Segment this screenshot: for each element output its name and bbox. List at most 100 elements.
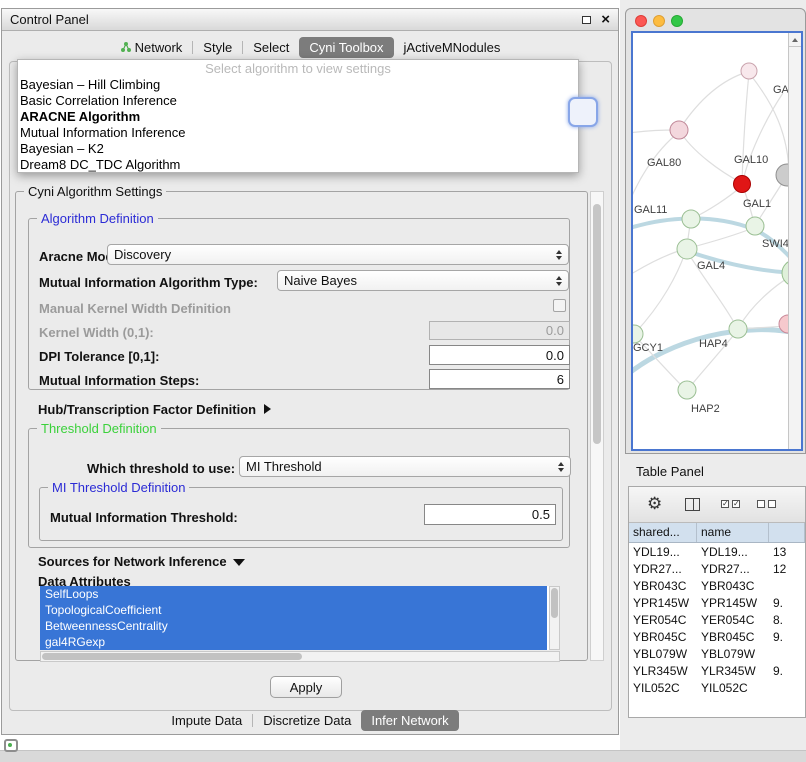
scroll-up-icon[interactable] xyxy=(789,33,801,47)
table-row[interactable]: YBR045CYBR045C9. xyxy=(629,628,805,645)
column-header[interactable] xyxy=(769,523,805,542)
table-panel: ⚙ shared...name YDL19...YDL19...13YDR27.… xyxy=(628,486,806,718)
network-node[interactable] xyxy=(678,381,696,399)
table-row[interactable]: YBL079WYBL079W xyxy=(629,645,805,662)
network-node[interactable] xyxy=(677,239,697,259)
table-cell: YDR27... xyxy=(697,560,769,577)
mac-zoom-icon[interactable] xyxy=(671,15,683,27)
tab-impute-data[interactable]: Impute Data xyxy=(161,710,252,731)
table-row[interactable]: YDR27...YDR27...12 xyxy=(629,560,805,577)
attribute-item[interactable]: gal4RGexp xyxy=(40,634,547,650)
group-title: MI Threshold Definition xyxy=(48,480,189,495)
network-scrollbar[interactable] xyxy=(788,33,801,449)
gear-icon[interactable]: ⚙ xyxy=(647,493,662,515)
node-label: GAL1 xyxy=(743,198,771,210)
data-attributes-list[interactable]: SelfLoopsTopologicalCoefficientBetweenne… xyxy=(40,586,560,650)
tab-network[interactable]: Network xyxy=(110,37,193,58)
network-edge[interactable] xyxy=(635,253,685,333)
network-edge[interactable] xyxy=(679,130,740,182)
algorithm-list: Bayesian – Hill ClimbingBasic Correlatio… xyxy=(18,77,578,173)
scrollbar-thumb[interactable] xyxy=(42,653,302,660)
algorithm-option[interactable]: Bayesian – Hill Climbing xyxy=(18,77,578,93)
network-edge[interactable] xyxy=(743,93,783,181)
column-header[interactable]: name xyxy=(697,523,769,542)
network-node[interactable] xyxy=(670,121,688,139)
attributes-vertical-scrollbar[interactable] xyxy=(549,586,560,650)
table-row[interactable]: YPR145WYPR145W9. xyxy=(629,594,805,611)
threshold-definition-group: Threshold Definition Which threshold to … xyxy=(28,428,570,548)
network-canvas[interactable]: GALGAL80GAL10GAL11GAL1SWI4GAL4GCY1HAP4YH… xyxy=(631,31,803,451)
mi-type-select[interactable]: Naive Bayes xyxy=(277,270,569,291)
control-panel-titlebar[interactable]: Control Panel × xyxy=(2,9,618,31)
deselect-all-icon[interactable] xyxy=(757,500,776,508)
network-node[interactable] xyxy=(776,164,788,186)
float-window-icon[interactable] xyxy=(582,16,591,24)
table-row[interactable]: YBR043CYBR043C xyxy=(629,577,805,594)
apply-button[interactable]: Apply xyxy=(270,676,342,698)
table-cell: YDR27... xyxy=(629,560,697,577)
algorithm-option[interactable]: Basic Correlation Inference xyxy=(18,93,578,109)
attributes-horizontal-scrollbar[interactable] xyxy=(40,651,560,662)
mi-steps-label: Mutual Information Steps: xyxy=(39,373,199,388)
table-header-row: shared...name xyxy=(629,523,805,543)
algorithm-option[interactable]: Bayesian – K2 xyxy=(18,141,578,157)
network-node[interactable] xyxy=(729,320,747,338)
scrollbar-thumb[interactable] xyxy=(593,204,601,444)
node-label: GAL80 xyxy=(647,157,681,169)
network-edge[interactable] xyxy=(689,228,753,248)
aracne-mode-select[interactable]: Discovery xyxy=(107,244,569,265)
tab-style[interactable]: Style xyxy=(193,37,242,58)
focused-help-button[interactable] xyxy=(568,97,598,127)
mi-threshold-field[interactable]: 0.5 xyxy=(424,504,556,525)
network-node[interactable] xyxy=(741,63,757,79)
network-edge[interactable] xyxy=(679,72,747,130)
tab-discretize-data[interactable]: Discretize Data xyxy=(253,710,361,731)
control-panel-tabs: Network Style Select Cyni Toolbox jActiv… xyxy=(2,35,618,59)
attribute-item[interactable]: BetweennessCentrality xyxy=(40,618,547,634)
scrollbar-thumb[interactable] xyxy=(551,588,558,618)
window-title: Control Panel xyxy=(10,9,89,31)
algorithm-option[interactable]: Dream8 DC_TDC Algorithm xyxy=(18,157,578,173)
network-node[interactable] xyxy=(734,176,751,193)
table-row[interactable]: YER054CYER054C8. xyxy=(629,611,805,628)
which-threshold-select[interactable]: MI Threshold xyxy=(239,456,571,477)
table-cell: YBR043C xyxy=(629,577,697,594)
settings-scrollbar[interactable] xyxy=(590,191,604,661)
algorithm-dropdown: Select algorithm to view settings Bayesi… xyxy=(17,59,579,173)
tab-select[interactable]: Select xyxy=(243,37,299,58)
network-tab-icon xyxy=(120,42,131,53)
kernel-width-field[interactable]: 0.0 xyxy=(429,321,570,340)
tab-label: Network xyxy=(135,40,183,55)
tab-cyni-toolbox[interactable]: Cyni Toolbox xyxy=(299,37,393,58)
taskbar-app-icon[interactable] xyxy=(4,739,18,752)
mac-minimize-icon[interactable] xyxy=(653,15,665,27)
table-cell: 13 xyxy=(769,543,805,560)
manual-kernel-checkbox[interactable] xyxy=(553,299,566,312)
network-node[interactable] xyxy=(682,210,700,228)
network-node[interactable] xyxy=(746,217,764,235)
table-row[interactable]: YLR345WYLR345W9. xyxy=(629,662,805,679)
algorithm-option[interactable]: Mutual Information Inference xyxy=(18,125,578,141)
table-cell: YIL052C xyxy=(629,679,697,696)
tab-infer-network[interactable]: Infer Network xyxy=(361,710,458,731)
algorithm-option[interactable]: ARACNE Algorithm xyxy=(18,109,578,125)
attribute-item[interactable]: TopologicalCoefficient xyxy=(40,602,547,618)
tab-jactivemnodules[interactable]: jActiveMNodules xyxy=(394,37,511,58)
table-row[interactable]: YDL19...YDL19...13 xyxy=(629,543,805,560)
columns-icon[interactable] xyxy=(685,498,700,511)
dpi-tolerance-field[interactable]: 0.0 xyxy=(429,345,570,365)
network-node[interactable] xyxy=(633,325,643,343)
select-all-checks-icon[interactable] xyxy=(721,500,740,508)
column-header[interactable]: shared... xyxy=(629,523,697,542)
mi-steps-field[interactable]: 6 xyxy=(429,369,570,389)
hub-definition-disclosure[interactable]: Hub/Transcription Factor Definition xyxy=(38,402,271,417)
mac-close-icon[interactable] xyxy=(635,15,647,27)
table-row[interactable]: YIL052CYIL052C xyxy=(629,679,805,696)
sources-disclosure[interactable]: Sources for Network Inference xyxy=(38,554,245,569)
table-cell: 9. xyxy=(769,662,805,679)
network-edge[interactable] xyxy=(693,186,742,218)
close-icon[interactable]: × xyxy=(601,10,610,30)
attribute-item[interactable]: SelfLoops xyxy=(40,586,547,602)
table-cell: YBL079W xyxy=(697,645,769,662)
bottom-tabs: Impute Data Discretize Data Infer Networ… xyxy=(2,708,618,732)
